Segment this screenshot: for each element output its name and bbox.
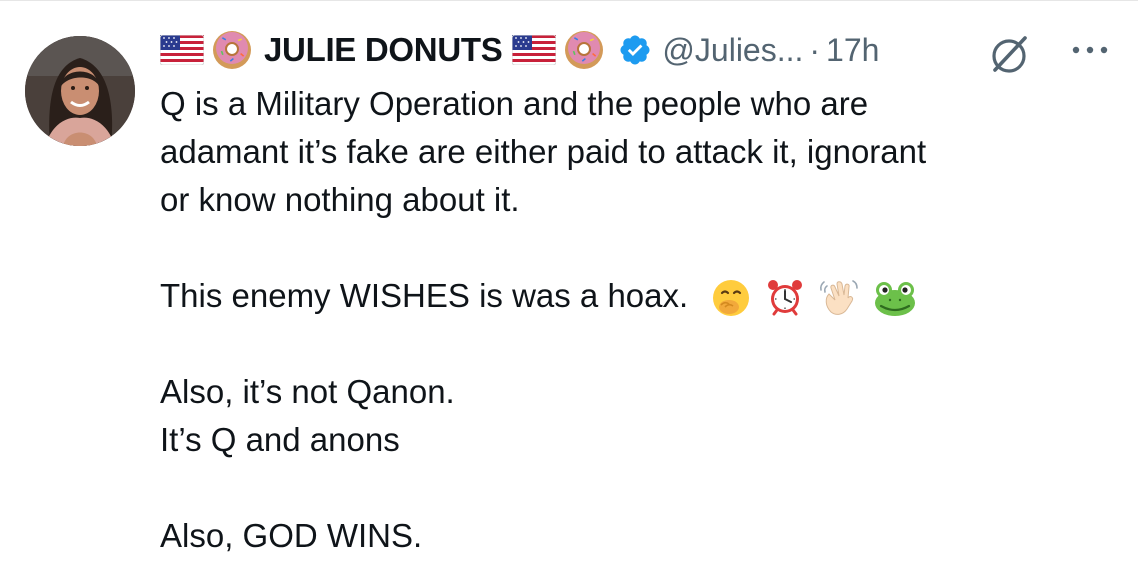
tweet-text-segment: This enemy WISHES is was a hoax. (160, 277, 689, 314)
tweet-text: Q is a Military Operation and the people… (160, 80, 1110, 560)
frog-emoji (871, 276, 919, 320)
donut-icon (562, 28, 606, 72)
tweet-text-line: Q is a Military Operation and the people… (160, 85, 869, 122)
emoji-row (709, 276, 919, 320)
more-icon[interactable] (1065, 30, 1115, 70)
verified-badge-icon[interactable] (618, 33, 652, 67)
us-flag-icon (160, 35, 204, 65)
tweet-text-line: This enemy WISHES is was a hoax. (160, 272, 1110, 320)
tweet-text-line: Also, GOD WINS. (160, 517, 423, 554)
waving-hand-emoji (817, 276, 861, 320)
avatar[interactable] (25, 36, 135, 146)
separator-dot: · (809, 31, 821, 68)
tweet-text-line: or know nothing about it. (160, 181, 520, 218)
author-handle[interactable]: @Julies... (662, 32, 803, 69)
display-name[interactable]: JULIE DONUTS (264, 31, 503, 69)
tweet-text-line: adamant it’s fake are either paid to att… (160, 133, 927, 170)
tweet-text-line: Also, it’s not Qanon. (160, 373, 455, 410)
alarm-clock-emoji (763, 276, 807, 320)
us-flag-icon (512, 35, 557, 65)
grok-icon[interactable] (988, 32, 1032, 76)
divider (0, 0, 1138, 1)
tweet-header: JULIE DONUTS @Julies... · 17h (160, 28, 879, 72)
tweet-text-line: It’s Q and anons (160, 421, 400, 458)
donut-icon (210, 28, 254, 72)
tweet: JULIE DONUTS @Julies... · 17h Q is a Mil… (0, 0, 1138, 562)
tweet-timestamp[interactable]: 17h (826, 32, 879, 69)
hand-over-mouth-emoji (709, 276, 753, 320)
